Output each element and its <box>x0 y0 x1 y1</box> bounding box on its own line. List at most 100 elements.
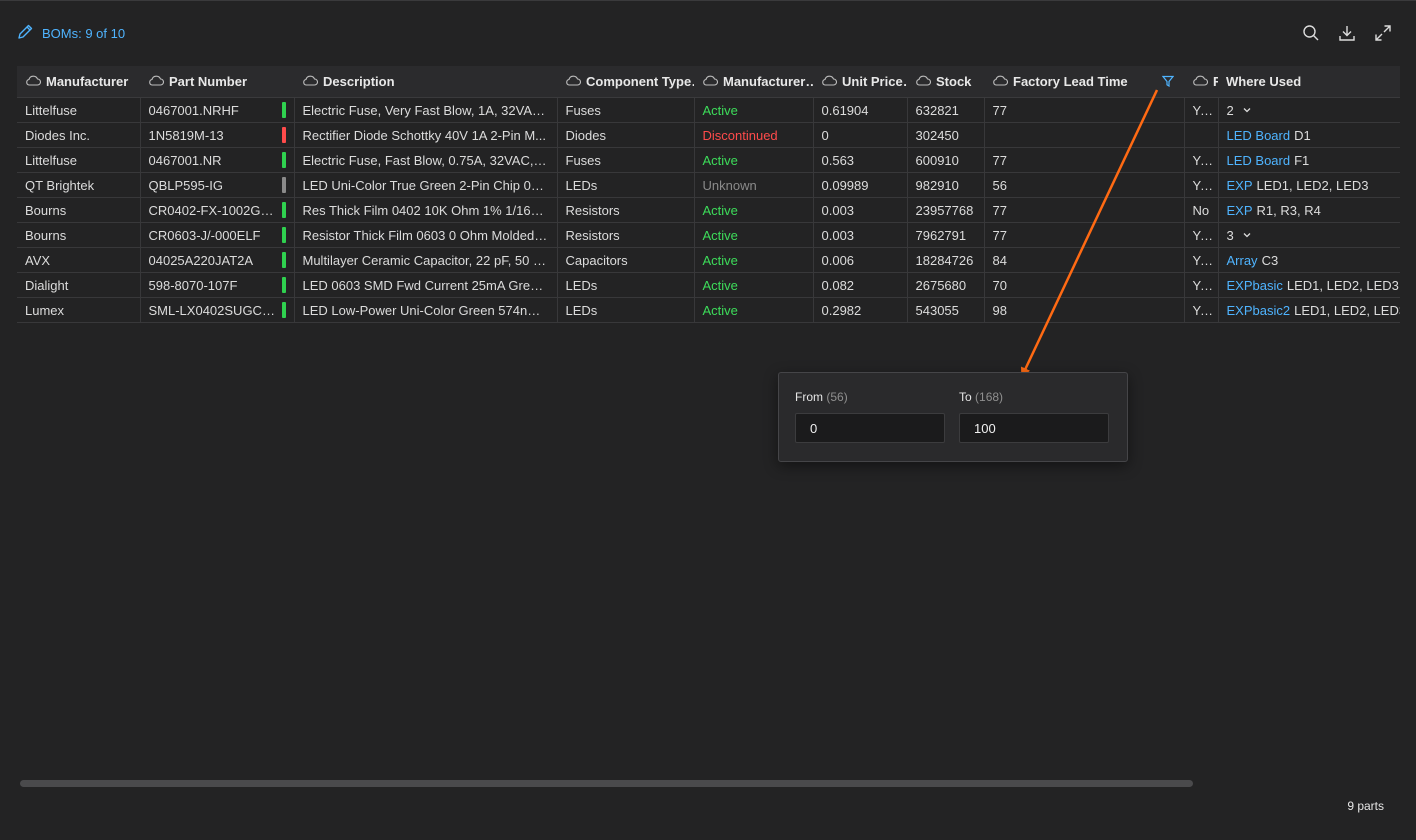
where-used-refs: F1 <box>1294 152 1310 168</box>
table-row[interactable]: Littelfuse 0467001.NRHF Electric Fuse, Ver… <box>17 97 1400 123</box>
column-header-label: Manufacturer <box>46 74 129 89</box>
where-used-link[interactable]: EXP <box>1227 178 1253 193</box>
lifecycle-indicator <box>281 127 286 143</box>
unit-price-cell: 0.006 <box>813 247 908 273</box>
unit-price-cell: 0.082 <box>813 272 908 298</box>
table-row[interactable]: Bourns CR0603-J/-000ELF Resistor Thick Fil… <box>17 222 1400 248</box>
column-header-label: Component Type <box>586 74 692 89</box>
column-header-label: Part Number <box>169 74 248 89</box>
cloud-icon <box>25 74 41 89</box>
bom-table: Manufacturer Part Number Description Compon… <box>17 66 1400 323</box>
from-input[interactable] <box>795 413 945 443</box>
status-cell: Discontinued <box>694 122 814 148</box>
component-type-cell: Fuses <box>557 97 695 123</box>
column-header-9[interactable]: Where Used <box>1218 66 1400 98</box>
stock-cell: 302450 <box>907 122 985 148</box>
column-header-2[interactable]: Description <box>294 66 557 98</box>
manufacturer-cell: Bourns <box>17 197 141 223</box>
stock-cell: 632821 <box>907 97 985 123</box>
r-cell: Yes <box>1184 97 1219 123</box>
part-number-cell: 1N5819M-13 <box>140 122 295 148</box>
column-header-4[interactable]: Manufacturer <box>694 66 813 98</box>
status-cell: Unknown <box>694 172 814 198</box>
table-row[interactable]: AVX 04025A220JAT2A Multilayer Ceramic Capa… <box>17 247 1400 273</box>
column-header-7[interactable]: Factory Lead Time <box>984 66 1184 98</box>
where-used-link[interactable]: LED Board <box>1227 128 1291 143</box>
manufacturer-cell: Bourns <box>17 222 141 248</box>
r-cell: No <box>1184 197 1219 223</box>
part-number-text: CR0603-J/-000ELF <box>148 227 261 243</box>
search-icon[interactable] <box>1300 22 1322 44</box>
column-header-3[interactable]: Component Type <box>557 66 694 98</box>
column-header-8[interactable]: R <box>1184 66 1218 98</box>
where-used-cell: EXPbasic LED1, LED2, LED3 <box>1218 272 1400 298</box>
where-used-link[interactable]: EXP <box>1227 203 1253 218</box>
where-used-link[interactable]: EXPbasic2 <box>1227 303 1291 318</box>
bom-count-title[interactable]: BOMs: 9 of 10 <box>42 26 125 41</box>
part-number-text: 04025A220JAT2A <box>148 252 254 268</box>
column-header-label: Where Used <box>1226 74 1302 89</box>
table-row[interactable]: Bourns CR0402-FX-1002GLF Res Thick Film 04… <box>17 197 1400 223</box>
bom-header[interactable]: BOMs: 9 of 10 <box>16 22 125 44</box>
where-used-refs: LED1, LED2, LED3 <box>1286 277 1399 293</box>
part-number-cell: 04025A220JAT2A <box>140 247 295 273</box>
table-row[interactable]: Diodes Inc. 1N5819M-13 Rectifier Diode Sch… <box>17 122 1400 148</box>
part-number-text: 1N5819M-13 <box>148 127 224 143</box>
table-row[interactable]: Lumex SML-LX0402SUGC-TR LED Low-Power Uni-… <box>17 297 1400 323</box>
component-type-cell: Resistors <box>557 222 695 248</box>
where-used-cell: Array C3 <box>1218 247 1400 273</box>
lead-time-cell: 56 <box>984 172 1185 198</box>
horizontal-scrollbar[interactable] <box>20 780 1193 787</box>
column-header-6[interactable]: Stock <box>907 66 984 98</box>
cloud-icon <box>1192 74 1208 89</box>
chevron-down-icon[interactable] <box>1242 105 1252 115</box>
manufacturer-cell: Dialight <box>17 272 141 298</box>
column-header-0[interactable]: Manufacturer <box>17 66 140 98</box>
component-type-cell: LEDs <box>557 172 695 198</box>
stock-cell: 600910 <box>907 147 985 173</box>
part-number-text: QBLP595-IG <box>148 177 223 193</box>
description-cell: LED 0603 SMD Fwd Current 25mA Green... <box>294 272 558 298</box>
status-cell: Active <box>694 297 814 323</box>
r-cell: Yes <box>1184 222 1219 248</box>
column-header-1[interactable]: Part Number <box>140 66 294 98</box>
where-used-link[interactable]: Array <box>1227 253 1258 268</box>
download-icon[interactable] <box>1336 22 1358 44</box>
where-used-link[interactable]: EXPbasic <box>1227 278 1283 293</box>
stock-cell: 543055 <box>907 297 985 323</box>
chevron-down-icon[interactable] <box>1242 230 1252 240</box>
component-type-cell: LEDs <box>557 297 695 323</box>
description-cell: Res Thick Film 0402 10K Ohm 1% 1/16W ... <box>294 197 558 223</box>
expand-icon[interactable] <box>1372 22 1394 44</box>
manufacturer-cell: Lumex <box>17 297 141 323</box>
top-divider <box>0 0 1416 1</box>
table-row[interactable]: Littelfuse 0467001.NR Electric Fuse, Fast … <box>17 147 1400 173</box>
filter-icon[interactable] <box>1161 75 1175 90</box>
to-input[interactable] <box>959 413 1109 443</box>
table-row[interactable]: Dialight 598-8070-107F LED 0603 SMD Fwd Cu… <box>17 272 1400 298</box>
column-header-5[interactable]: Unit Price <box>813 66 907 98</box>
status-cell: Active <box>694 147 814 173</box>
table-row[interactable]: QT Brightek QBLP595-IG LED Uni-Color True … <box>17 172 1400 198</box>
component-type-cell: Capacitors <box>557 247 695 273</box>
unit-price-cell: 0.2982 <box>813 297 908 323</box>
r-cell: Yes <box>1184 272 1219 298</box>
cloud-icon <box>302 74 318 89</box>
lifecycle-indicator <box>281 252 286 268</box>
where-used-refs: R1, R3, R4 <box>1256 202 1321 218</box>
where-used-cell: 3 <box>1218 222 1400 248</box>
bom-table-container: Manufacturer Part Number Description Compon… <box>17 66 1400 324</box>
component-type-cell: Resistors <box>557 197 695 223</box>
lead-time-cell <box>984 122 1185 148</box>
where-used-link[interactable]: LED Board <box>1227 153 1291 168</box>
manufacturer-cell: Littelfuse <box>17 97 141 123</box>
lead-time-cell: 84 <box>984 247 1185 273</box>
where-used-cell: EXPbasic2 LED1, LED2, LED3 <box>1218 297 1400 323</box>
stock-cell: 23957768 <box>907 197 985 223</box>
status-cell: Active <box>694 97 814 123</box>
from-label: From (56) <box>795 390 848 404</box>
r-cell <box>1184 122 1219 148</box>
manufacturer-cell: QT Brightek <box>17 172 141 198</box>
part-number-cell: CR0603-J/-000ELF <box>140 222 295 248</box>
pencil-icon[interactable] <box>16 23 34 44</box>
